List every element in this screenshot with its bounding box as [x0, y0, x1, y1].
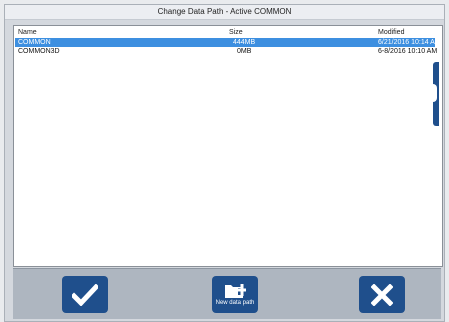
folder-plus-icon — [225, 284, 246, 298]
checkmark-icon — [72, 283, 98, 306]
tab-notch-icon — [433, 84, 437, 102]
item-size: 444MB — [233, 39, 256, 46]
item-size: 0MB — [237, 48, 252, 55]
item-name: COMMON — [18, 39, 51, 46]
new-data-path-button[interactable]: New data path — [212, 276, 258, 313]
side-panel-tab[interactable] — [433, 62, 439, 126]
item-name: COMMON3D — [18, 48, 60, 55]
item-modified: 6/21/2016 10:14 AM — [378, 39, 441, 46]
action-bar: New data path — [13, 268, 441, 319]
cancel-button[interactable] — [359, 276, 405, 313]
new-data-path-label: New data path — [215, 300, 255, 306]
list-item[interactable]: COMMON 444MB 6/21/2016 10:14 AM — [15, 38, 441, 47]
list-item[interactable]: COMMON3D 0MB 6-8/2016 10:10 AM — [15, 47, 438, 56]
ok-button[interactable] — [62, 276, 108, 313]
close-icon — [371, 283, 393, 306]
dialog-title: Change Data Path - Active COMMON — [5, 5, 444, 20]
column-header-name[interactable]: Name — [18, 28, 37, 37]
column-header-modified[interactable]: Modified — [378, 28, 404, 37]
item-modified: 6-8/2016 10:10 AM — [378, 48, 438, 55]
data-path-list[interactable]: Name Size Modified COMMON 444MB 6/21/201… — [13, 25, 443, 267]
change-data-path-dialog: Change Data Path - Active COMMON Name Si… — [4, 4, 445, 322]
column-header-size[interactable]: Size — [229, 28, 243, 37]
